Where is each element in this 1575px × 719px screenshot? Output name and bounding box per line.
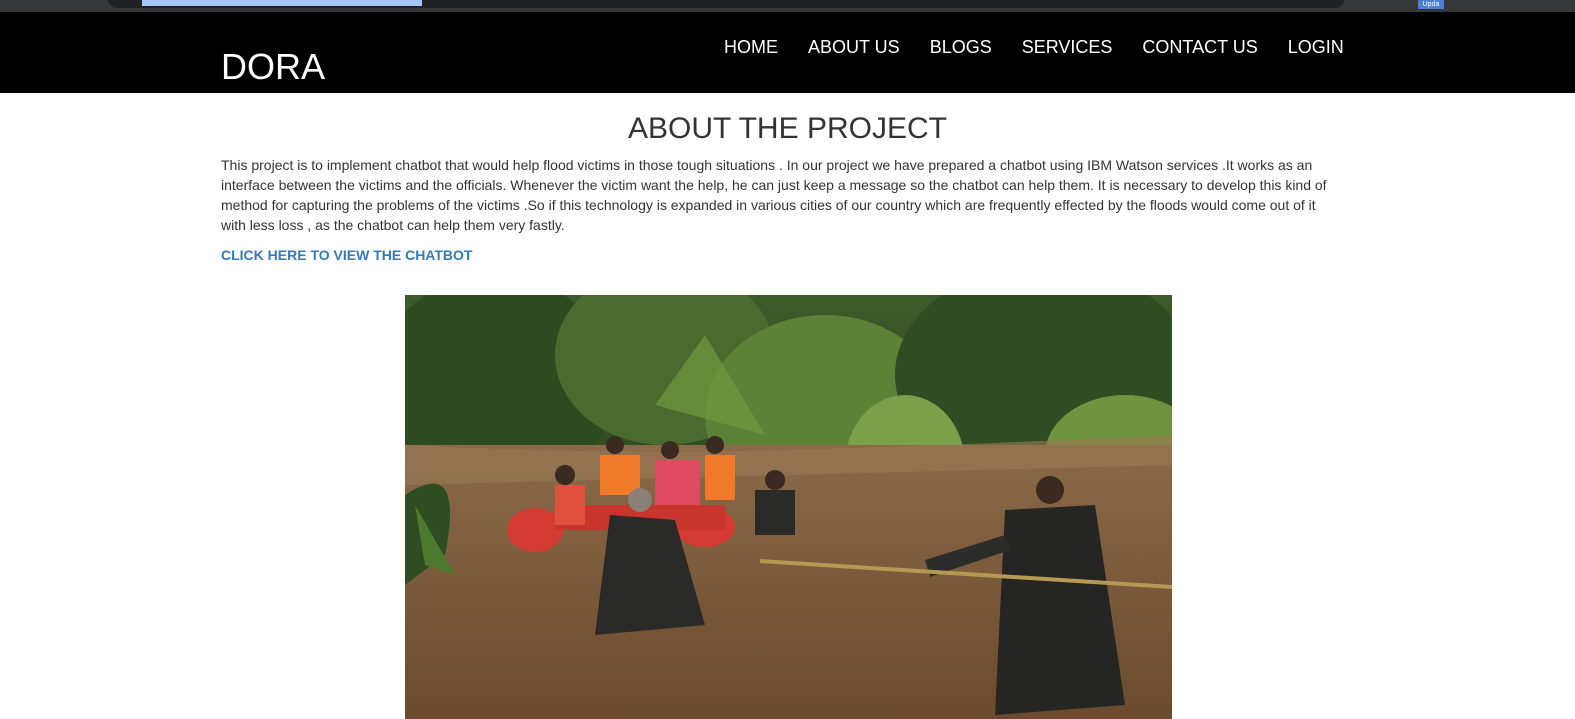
navbar: DORA HOME ABOUT US BLOGS SERVICES CONTAC…: [0, 12, 1575, 93]
brand-logo[interactable]: DORA: [221, 46, 325, 88]
nav-login[interactable]: LOGIN: [1273, 36, 1359, 58]
nav-links: HOME ABOUT US BLOGS SERVICES CONTACT US …: [709, 36, 1359, 58]
flood-rescue-photo: [405, 295, 1172, 719]
nav-about-us[interactable]: ABOUT US: [793, 36, 915, 58]
nav-home[interactable]: HOME: [709, 36, 793, 58]
page-title: ABOUT THE PROJECT: [628, 112, 947, 145]
project-description: This project is to implement chatbot tha…: [221, 157, 1327, 233]
address-selection: [142, 0, 422, 6]
view-chatbot-link[interactable]: CLICK HERE TO VIEW THE CHATBOT: [221, 246, 472, 264]
nav-contact-us[interactable]: CONTACT US: [1127, 36, 1272, 58]
nav-services[interactable]: SERVICES: [1007, 36, 1128, 58]
address-bar[interactable]: [108, 0, 1344, 8]
update-badge[interactable]: Upda: [1418, 0, 1444, 9]
nav-blogs[interactable]: BLOGS: [915, 36, 1007, 58]
browser-toolbar: Upda: [0, 0, 1575, 12]
